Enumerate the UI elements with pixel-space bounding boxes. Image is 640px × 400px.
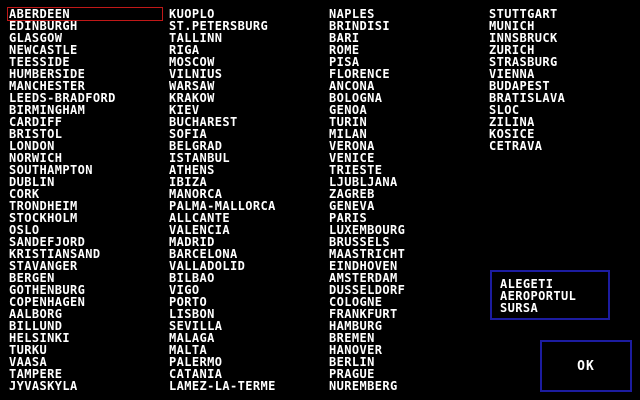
city-item[interactable]: NUREMBERG bbox=[328, 380, 486, 392]
city-item[interactable]: LAMEZ-LA-TERME bbox=[168, 380, 326, 392]
city-column-3: NAPLES BRINDISI BARI ROME PISA FLORENCE ANCONA… bbox=[328, 8, 486, 392]
city-item[interactable]: CETRAVA bbox=[488, 140, 640, 152]
city-column-4: STUTTGART MUNICH INNSBRUCK ZURICH STRASBURG V… bbox=[488, 8, 640, 152]
city-column-1: ABERDEEN EDINBURGH GLASGOW NEWCASTLE TEESSID… bbox=[7, 7, 166, 392]
city-column-2: KUOPLO ST.PETERSBURG TALLINN RIGA MOSCOW VILN… bbox=[168, 8, 326, 392]
instruction-line-3: SURSA bbox=[500, 301, 539, 315]
city-item[interactable]: JYVASKYLA bbox=[8, 380, 166, 392]
ok-button[interactable]: OK bbox=[540, 340, 632, 392]
airport-select-screen: ABERDEEN EDINBURGH GLASGOW NEWCASTLE TEESSID… bbox=[0, 0, 640, 400]
instruction-panel: ALEGETI AEROPORTUL SURSA bbox=[490, 270, 610, 320]
